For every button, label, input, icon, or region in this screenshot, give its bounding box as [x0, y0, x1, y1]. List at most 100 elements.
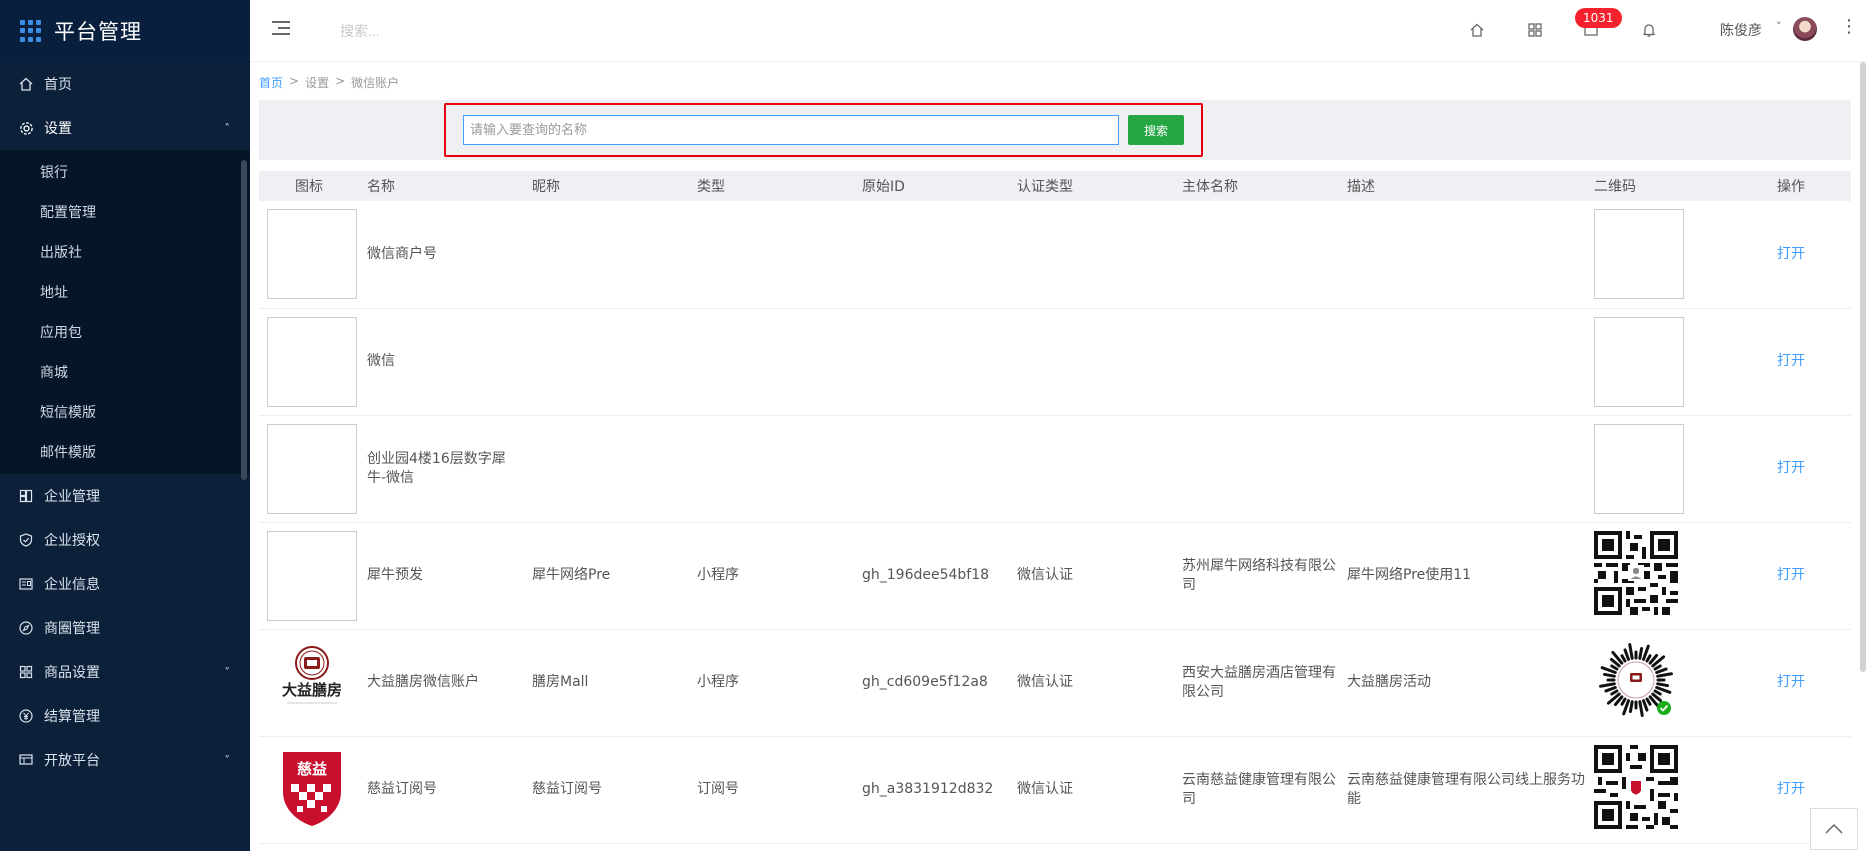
chevron-down-icon[interactable]: ˅ [1776, 20, 1782, 33]
open-link[interactable]: 打开 [1777, 460, 1805, 476]
table-header-row: 图标 名称 昵称 类型 原始ID 认证类型 主体名称 描述 二维码 操作 [259, 171, 1851, 201]
cell-nickname [524, 415, 689, 522]
avatar[interactable] [1793, 17, 1817, 41]
submenu-item-config[interactable]: 配置管理 [0, 192, 250, 232]
col-header-name: 名称 [367, 179, 395, 195]
building-icon [18, 488, 34, 504]
open-link[interactable]: 打开 [1777, 674, 1805, 690]
sidebar: 平台管理 首页 设置 ˄ 银行 配置管理 出版社 地址 应用包 商城 短信模版 … [0, 0, 250, 851]
submenu-item-bank[interactable]: 银行 [0, 152, 250, 192]
breadcrumb-settings[interactable]: 设置 [305, 74, 329, 91]
sidebar-menu-lower: 企业管理 企业授权 企业信息 商圈管理 商品设置 ˅ 结算管理 开放平台 ˅ [0, 474, 250, 782]
table-row: 犀牛预发 犀牛网络Pre 小程序 gh_196dee54bf18 微信认证 苏州… [259, 522, 1851, 629]
cell-description: 大益膳房活动 [1347, 674, 1431, 690]
cell-description [1339, 201, 1586, 308]
cell-name: 创业园4楼16层数字犀牛-微信 [367, 450, 506, 486]
sidebar-item-enterprise[interactable]: 企业管理 [0, 474, 250, 518]
qr-code-placeholder [1594, 423, 1684, 514]
sidebar-item-label: 结算管理 [44, 709, 100, 725]
cell-original-id [854, 308, 1009, 415]
col-header-icon: 图标 [295, 179, 323, 195]
sidebar-item-label: 首页 [44, 77, 72, 93]
sidebar-item-label: 商品设置 [44, 665, 100, 681]
col-header-action: 操作 [1777, 179, 1805, 195]
qr-code-image [1594, 530, 1678, 615]
sidebar-item-enterprise-info[interactable]: 企业信息 [0, 562, 250, 606]
shield-check-icon [18, 532, 34, 548]
cell-entity [1174, 201, 1339, 308]
table-row: 微信 打开 [259, 308, 1851, 415]
back-to-top-button[interactable] [1810, 808, 1858, 850]
col-header-qrcode: 二维码 [1594, 179, 1636, 195]
page-scrollbar[interactable] [1860, 62, 1866, 672]
breadcrumb: 首页 > 设置 > 微信账户 [259, 74, 399, 91]
breadcrumb-separator: > [289, 74, 300, 88]
submenu-item-app-package[interactable]: 应用包 [0, 312, 250, 352]
yen-icon [18, 708, 34, 724]
cell-entity [1174, 415, 1339, 522]
home-icon[interactable] [1466, 19, 1488, 41]
user-name[interactable]: 陈俊彦 [1720, 20, 1762, 40]
name-search-input[interactable] [463, 115, 1119, 145]
cell-nickname: 犀牛网络Pre [532, 567, 611, 583]
sidebar-item-product-settings[interactable]: 商品设置 ˅ [0, 650, 250, 694]
breadcrumb-home[interactable]: 首页 [259, 74, 283, 91]
cell-name: 微信商户号 [367, 245, 437, 262]
sidebar-item-enterprise-auth[interactable]: 企业授权 [0, 518, 250, 562]
apps-icon[interactable] [1524, 19, 1546, 41]
dayi-logo-text: 大益膳房 [282, 681, 342, 699]
cell-original-id [854, 201, 1009, 308]
cell-nickname [524, 308, 689, 415]
sidebar-item-home[interactable]: 首页 [0, 62, 250, 106]
cell-auth-type: 微信认证 [1017, 781, 1073, 797]
more-vertical-icon[interactable]: ⋮ [1840, 18, 1858, 36]
table-row: 创业园4楼16层数字犀牛-微信 打开 [259, 415, 1851, 522]
notification-count-badge: 1031 [1575, 8, 1622, 28]
cell-original-id: gh_a3831912d832 [862, 781, 994, 797]
cell-type [689, 415, 854, 522]
col-header-original-id: 原始ID [862, 179, 905, 195]
open-link[interactable]: 打开 [1777, 781, 1805, 797]
search-button[interactable]: 搜索 [1128, 115, 1184, 145]
cell-nickname: 慈益订阅号 [532, 781, 602, 797]
cell-auth-type [1009, 308, 1174, 415]
gear-icon [18, 120, 34, 136]
submenu-item-publisher[interactable]: 出版社 [0, 232, 250, 272]
ciyi-logo-text: 慈益 [297, 760, 327, 778]
cell-description: 云南慈益健康管理有限公司线上服务功能 [1347, 771, 1585, 807]
sidebar-item-settings[interactable]: 设置 ˄ [0, 106, 250, 150]
table-row: 大益膳房 大益膳房微信账户 膳房Mall 小程序 gh_cd609e5f12a8… [259, 629, 1851, 736]
cell-description [1339, 415, 1586, 522]
cell-auth-type: 微信认证 [1017, 567, 1073, 583]
submenu-item-email-template[interactable]: 邮件模版 [0, 432, 250, 472]
sidebar-item-label: 企业管理 [44, 489, 100, 505]
breadcrumb-separator: > [335, 74, 346, 88]
open-link[interactable]: 打开 [1777, 567, 1805, 583]
sidebar-menu: 首页 设置 ˄ [0, 62, 250, 150]
cell-auth-type [1009, 201, 1174, 308]
cell-name: 大益膳房微信账户 [367, 674, 479, 690]
table-row: 微信商户号 打开 [259, 201, 1851, 308]
table-row: 慈益 慈益订阅号 慈益订阅号 订阅号 gh_a3831912d832 微信认证 … [259, 736, 1851, 843]
cell-entity: 云南慈益健康管理有限公司 [1182, 771, 1336, 807]
accounts-table: 图标 名称 昵称 类型 原始ID 认证类型 主体名称 描述 二维码 操作 微信商… [259, 171, 1851, 844]
grid-icon [18, 664, 34, 680]
monitor-icon [18, 752, 34, 768]
bell-icon[interactable] [1638, 19, 1660, 41]
menu-toggle-icon[interactable] [272, 20, 290, 36]
cell-original-id: gh_cd609e5f12a8 [862, 674, 988, 690]
sidebar-item-open-platform[interactable]: 开放平台 ˅ [0, 738, 250, 782]
cell-description [1339, 308, 1586, 415]
sidebar-item-label: 企业信息 [44, 577, 100, 593]
submenu-item-address[interactable]: 地址 [0, 272, 250, 312]
ciyi-logo-icon: 慈益 [283, 751, 341, 826]
submenu-item-sms-template[interactable]: 短信模版 [0, 392, 250, 432]
open-link[interactable]: 打开 [1777, 246, 1805, 262]
sidebar-item-settlement[interactable]: 结算管理 [0, 694, 250, 738]
sidebar-scrollbar[interactable] [241, 160, 247, 480]
global-search-input[interactable] [340, 18, 600, 44]
settings-submenu: 银行 配置管理 出版社 地址 应用包 商城 短信模版 邮件模版 [0, 150, 250, 474]
sidebar-item-business-district[interactable]: 商圈管理 [0, 606, 250, 650]
open-link[interactable]: 打开 [1777, 353, 1805, 369]
submenu-item-mall[interactable]: 商城 [0, 352, 250, 392]
